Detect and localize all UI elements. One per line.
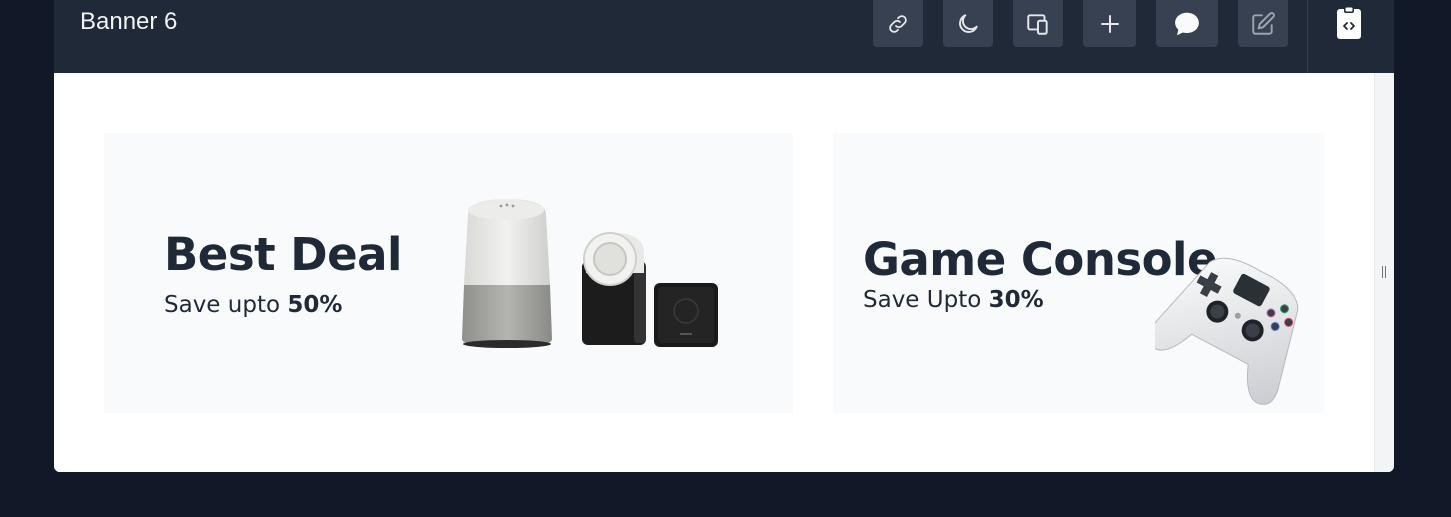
resize-handle[interactable] (1382, 266, 1388, 278)
subtitle-text: Save upto (164, 292, 281, 318)
clipboard-code-icon (1337, 6, 1361, 39)
banner-heading: Best Deal (164, 228, 402, 281)
comments-button[interactable] (1156, 0, 1218, 47)
moon-icon (959, 13, 978, 33)
discount-value: 50% (287, 292, 343, 318)
copy-code-button[interactable] (1334, 4, 1364, 40)
edit-icon (1252, 11, 1275, 35)
smart-home-devices-image (462, 199, 718, 348)
devices-icon (1027, 13, 1048, 35)
add-button[interactable] (1083, 0, 1136, 47)
banner-subtitle: Save upto 50% (164, 291, 342, 319)
resize-rail (1374, 73, 1394, 472)
banner-preview-area: Best Deal Save upto 50% Game Console Sav… (54, 73, 1374, 472)
edit-button[interactable] (1238, 0, 1288, 47)
banner-subtitle: Save Upto 30% (863, 286, 1044, 314)
window-title: Banner 6 (80, 8, 178, 35)
toolbar-separator (1307, 0, 1308, 73)
top-bar: Banner 6 (54, 0, 1394, 73)
chat-bubble-icon (1175, 12, 1199, 35)
banner-card-game-console[interactable]: Game Console Save Upto 30% (833, 133, 1324, 413)
banner-card-best-deal[interactable]: Best Deal Save upto 50% (104, 133, 793, 413)
game-controller-image (1155, 257, 1299, 405)
preview-frame: Banner 6 Best Deal Save upto 50% Game Co… (54, 0, 1394, 472)
responsive-view-button[interactable] (1013, 0, 1063, 47)
dark-mode-button[interactable] (943, 0, 993, 47)
subtitle-text: Save Upto (863, 287, 982, 313)
discount-value: 30% (988, 287, 1044, 313)
plus-icon (1100, 14, 1119, 33)
link-icon (889, 14, 907, 33)
copy-link-button[interactable] (873, 0, 923, 47)
